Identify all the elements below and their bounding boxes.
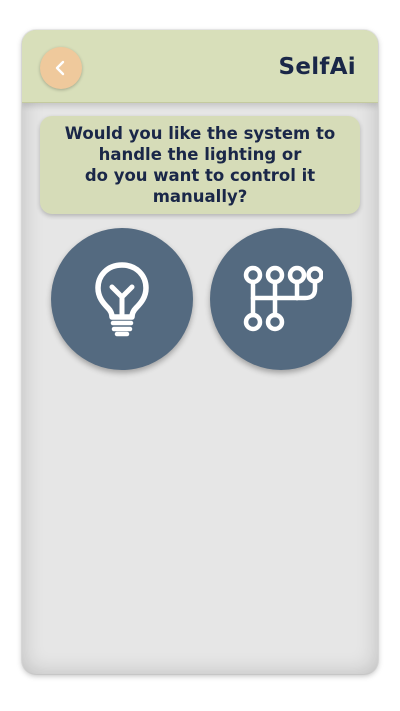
question-line: Would you like the system to — [64, 124, 336, 143]
question-line: manually? — [152, 187, 248, 206]
app-title: SelfAi — [278, 54, 356, 80]
app-screen: SelfAi Would you like the system to hand… — [22, 30, 378, 674]
question-text: Would you like the system to handle the … — [50, 123, 350, 207]
automatic-lighting-button[interactable] — [51, 228, 193, 370]
back-button[interactable] — [40, 47, 82, 89]
question-card: Would you like the system to handle the … — [40, 116, 360, 214]
manual-control-button[interactable] — [210, 228, 352, 370]
app-header: SelfAi — [22, 30, 378, 103]
question-line: do you want to control it — [84, 166, 316, 185]
question-line: handle the lighting or — [98, 145, 302, 164]
lightbulb-icon — [95, 262, 149, 337]
chevron-left-icon — [55, 60, 65, 76]
manual-control-icon — [243, 265, 323, 332]
